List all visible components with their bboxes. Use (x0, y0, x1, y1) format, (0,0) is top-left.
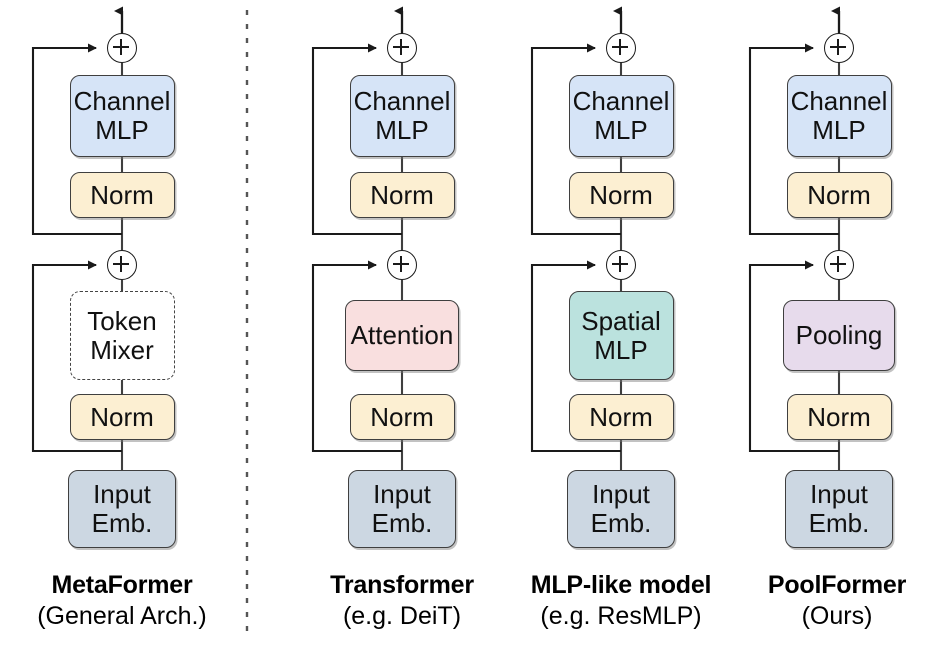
block-line: MLP (594, 334, 648, 365)
block-line: Norm (370, 179, 434, 210)
block-line: Attention (350, 320, 454, 351)
caption-poolformer: PoolFormer (Ours) (731, 570, 943, 631)
block-line: Norm (90, 179, 154, 210)
block-line: Emb. (91, 508, 153, 538)
block-token-mixer-metaformer: Token Mixer (69, 291, 175, 380)
block-norm-top-transformer: Norm (349, 172, 455, 218)
residual-add-top-poolformer (824, 33, 854, 63)
residual-add-top-metaformer (107, 33, 137, 63)
residual-add-bottom-metaformer (107, 250, 137, 280)
block-norm-top-poolformer: Norm (786, 172, 892, 218)
block-channel-mlp-poolformer: Channel MLP (786, 75, 892, 157)
block-line: Spatial (581, 305, 661, 336)
block-norm-bottom-mlp-like-model: Norm (568, 394, 674, 440)
block-line: MLP (95, 115, 149, 145)
caption-title: MLP-like model (530, 571, 712, 599)
block-line: MLP (812, 115, 866, 145)
block-norm-top-metaformer: Norm (69, 172, 175, 218)
residual-add-top-mlp-like-model (606, 33, 636, 63)
block-line: Channel (353, 86, 451, 117)
block-line: Pooling (795, 320, 883, 351)
block-spatial-mlp-mlp-like-model: Spatial MLP (568, 291, 674, 380)
residual-add-bottom-poolformer (824, 250, 854, 280)
block-line: Norm (807, 401, 871, 432)
block-norm-bottom-metaformer: Norm (69, 394, 175, 440)
block-line: Emb. (371, 508, 433, 538)
block-input-emb-poolformer: Input Emb. (785, 470, 893, 548)
block-norm-bottom-transformer: Norm (349, 394, 455, 440)
block-line: Norm (90, 401, 154, 432)
block-input-emb-mlp-like-model: Input Emb. (567, 470, 675, 548)
block-line: MLP (594, 115, 648, 145)
block-line: Norm (370, 401, 434, 432)
block-line: Norm (589, 179, 653, 210)
block-line: Channel (790, 86, 888, 117)
caption-subtitle: (Ours) (801, 601, 873, 630)
block-input-emb-metaformer: Input Emb. (68, 470, 176, 548)
block-line: Token (87, 305, 157, 336)
block-line: Input (373, 479, 431, 510)
block-channel-mlp-transformer: Channel MLP (349, 75, 455, 157)
caption-title: PoolFormer (767, 571, 907, 599)
block-line: Channel (572, 86, 670, 117)
caption-subtitle: (General Arch.) (37, 601, 207, 630)
block-line: Emb. (590, 508, 652, 538)
block-norm-bottom-poolformer: Norm (786, 394, 892, 440)
caption-mlp-like-model: MLP-like model (e.g. ResMLP) (500, 570, 742, 631)
block-line: MLP (375, 115, 429, 145)
caption-title: MetaFormer (51, 571, 193, 599)
block-line: Input (810, 479, 868, 510)
block-line: Input (93, 479, 151, 510)
block-input-emb-transformer: Input Emb. (348, 470, 456, 548)
residual-add-top-transformer (387, 33, 417, 63)
residual-add-bottom-transformer (387, 250, 417, 280)
block-channel-mlp-metaformer: Channel MLP (69, 75, 175, 157)
caption-subtitle: (e.g. DeiT) (342, 601, 462, 630)
block-attention-transformer: Attention (345, 300, 459, 371)
block-line: Emb. (808, 508, 870, 538)
block-norm-top-mlp-like-model: Norm (568, 172, 674, 218)
block-line: Input (592, 479, 650, 510)
block-channel-mlp-mlp-like-model: Channel MLP (568, 75, 674, 157)
residual-add-bottom-mlp-like-model (606, 250, 636, 280)
block-line: Channel (73, 86, 171, 117)
caption-metaformer: MetaFormer (General Arch.) (0, 570, 244, 631)
block-line: Norm (807, 179, 871, 210)
caption-title: Transformer (330, 571, 474, 599)
caption-transformer: Transformer (e.g. DeiT) (285, 570, 519, 631)
block-pooling-poolformer: Pooling (783, 300, 895, 371)
architecture-diagram: Channel MLP Norm Token Mixer Norm Input … (0, 0, 943, 653)
caption-subtitle: (e.g. ResMLP) (540, 601, 702, 630)
block-line: Mixer (90, 334, 154, 365)
block-line: Norm (589, 401, 653, 432)
